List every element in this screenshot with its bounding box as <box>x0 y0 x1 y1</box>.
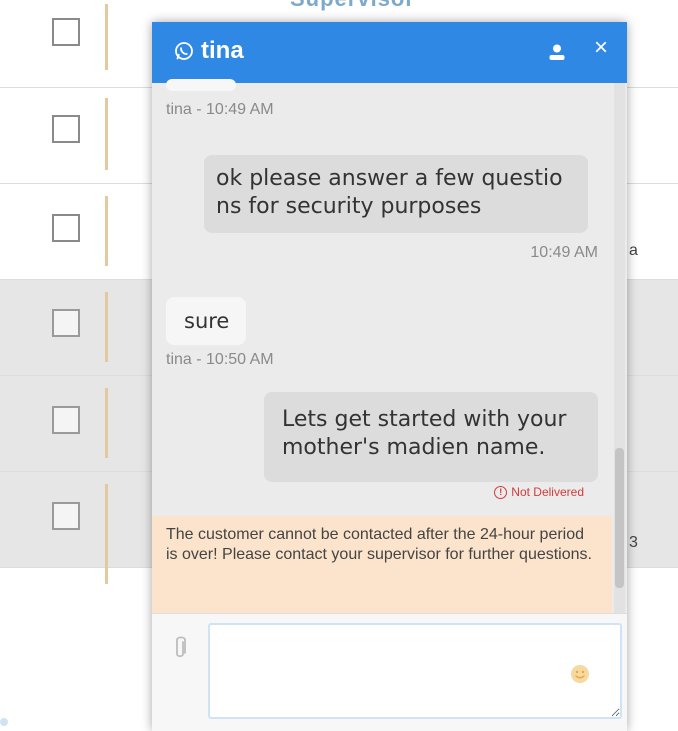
row-divider <box>105 388 108 458</box>
message-meta: tina - 10:50 AM <box>166 351 274 368</box>
truncated-cell-text: 3 <box>629 534 638 551</box>
chat-header: tina × <box>152 22 627 83</box>
message-text: ok please answer a few questio ns for se… <box>216 166 563 219</box>
message-meta: tina - 10:49 AM <box>166 101 274 118</box>
incoming-message: sure <box>166 297 246 345</box>
message-text: sure <box>184 309 230 333</box>
emoji-icon[interactable] <box>570 664 590 684</box>
whatsapp-icon <box>175 42 193 60</box>
row-divider <box>105 196 108 266</box>
scrollbar[interactable] <box>614 83 625 613</box>
chat-window: tina × tina - 10:49 AM ok please answer … <box>152 22 627 731</box>
row-divider <box>105 292 108 362</box>
outgoing-message: Lets get started with your mother's madi… <box>264 392 598 482</box>
message-input[interactable] <box>208 623 622 719</box>
column-header: Supervisor <box>290 0 415 12</box>
row-checkbox[interactable] <box>52 214 80 242</box>
close-button[interactable]: × <box>594 34 608 62</box>
row-divider <box>105 98 108 170</box>
message-bubble-cropped <box>166 79 236 91</box>
row-checkbox[interactable] <box>52 309 80 337</box>
row-divider <box>105 4 108 70</box>
truncated-cell-text: a <box>629 242 638 259</box>
paperclip-icon[interactable] <box>172 634 188 662</box>
warning-banner: The customer cannot be contacted after t… <box>152 516 612 613</box>
delivery-status: ! Not Delivered <box>494 485 584 499</box>
user-icon[interactable] <box>548 43 566 61</box>
delivery-status-text: Not Delivered <box>511 485 584 499</box>
message-text: Lets get started with your mother's madi… <box>282 407 567 460</box>
outgoing-message: ok please answer a few questio ns for se… <box>204 155 588 233</box>
message-time: 10:49 AM <box>530 244 598 261</box>
alert-circle-icon: ! <box>494 485 508 499</box>
corner-indicator <box>0 718 8 726</box>
chat-title: tina <box>201 37 244 64</box>
row-checkbox[interactable] <box>52 115 80 143</box>
row-checkbox[interactable] <box>52 18 80 46</box>
row-divider <box>105 484 108 584</box>
row-checkbox[interactable] <box>52 502 80 530</box>
row-checkbox[interactable] <box>52 406 80 434</box>
scrollbar-thumb[interactable] <box>615 448 624 588</box>
message-composer <box>152 613 627 731</box>
